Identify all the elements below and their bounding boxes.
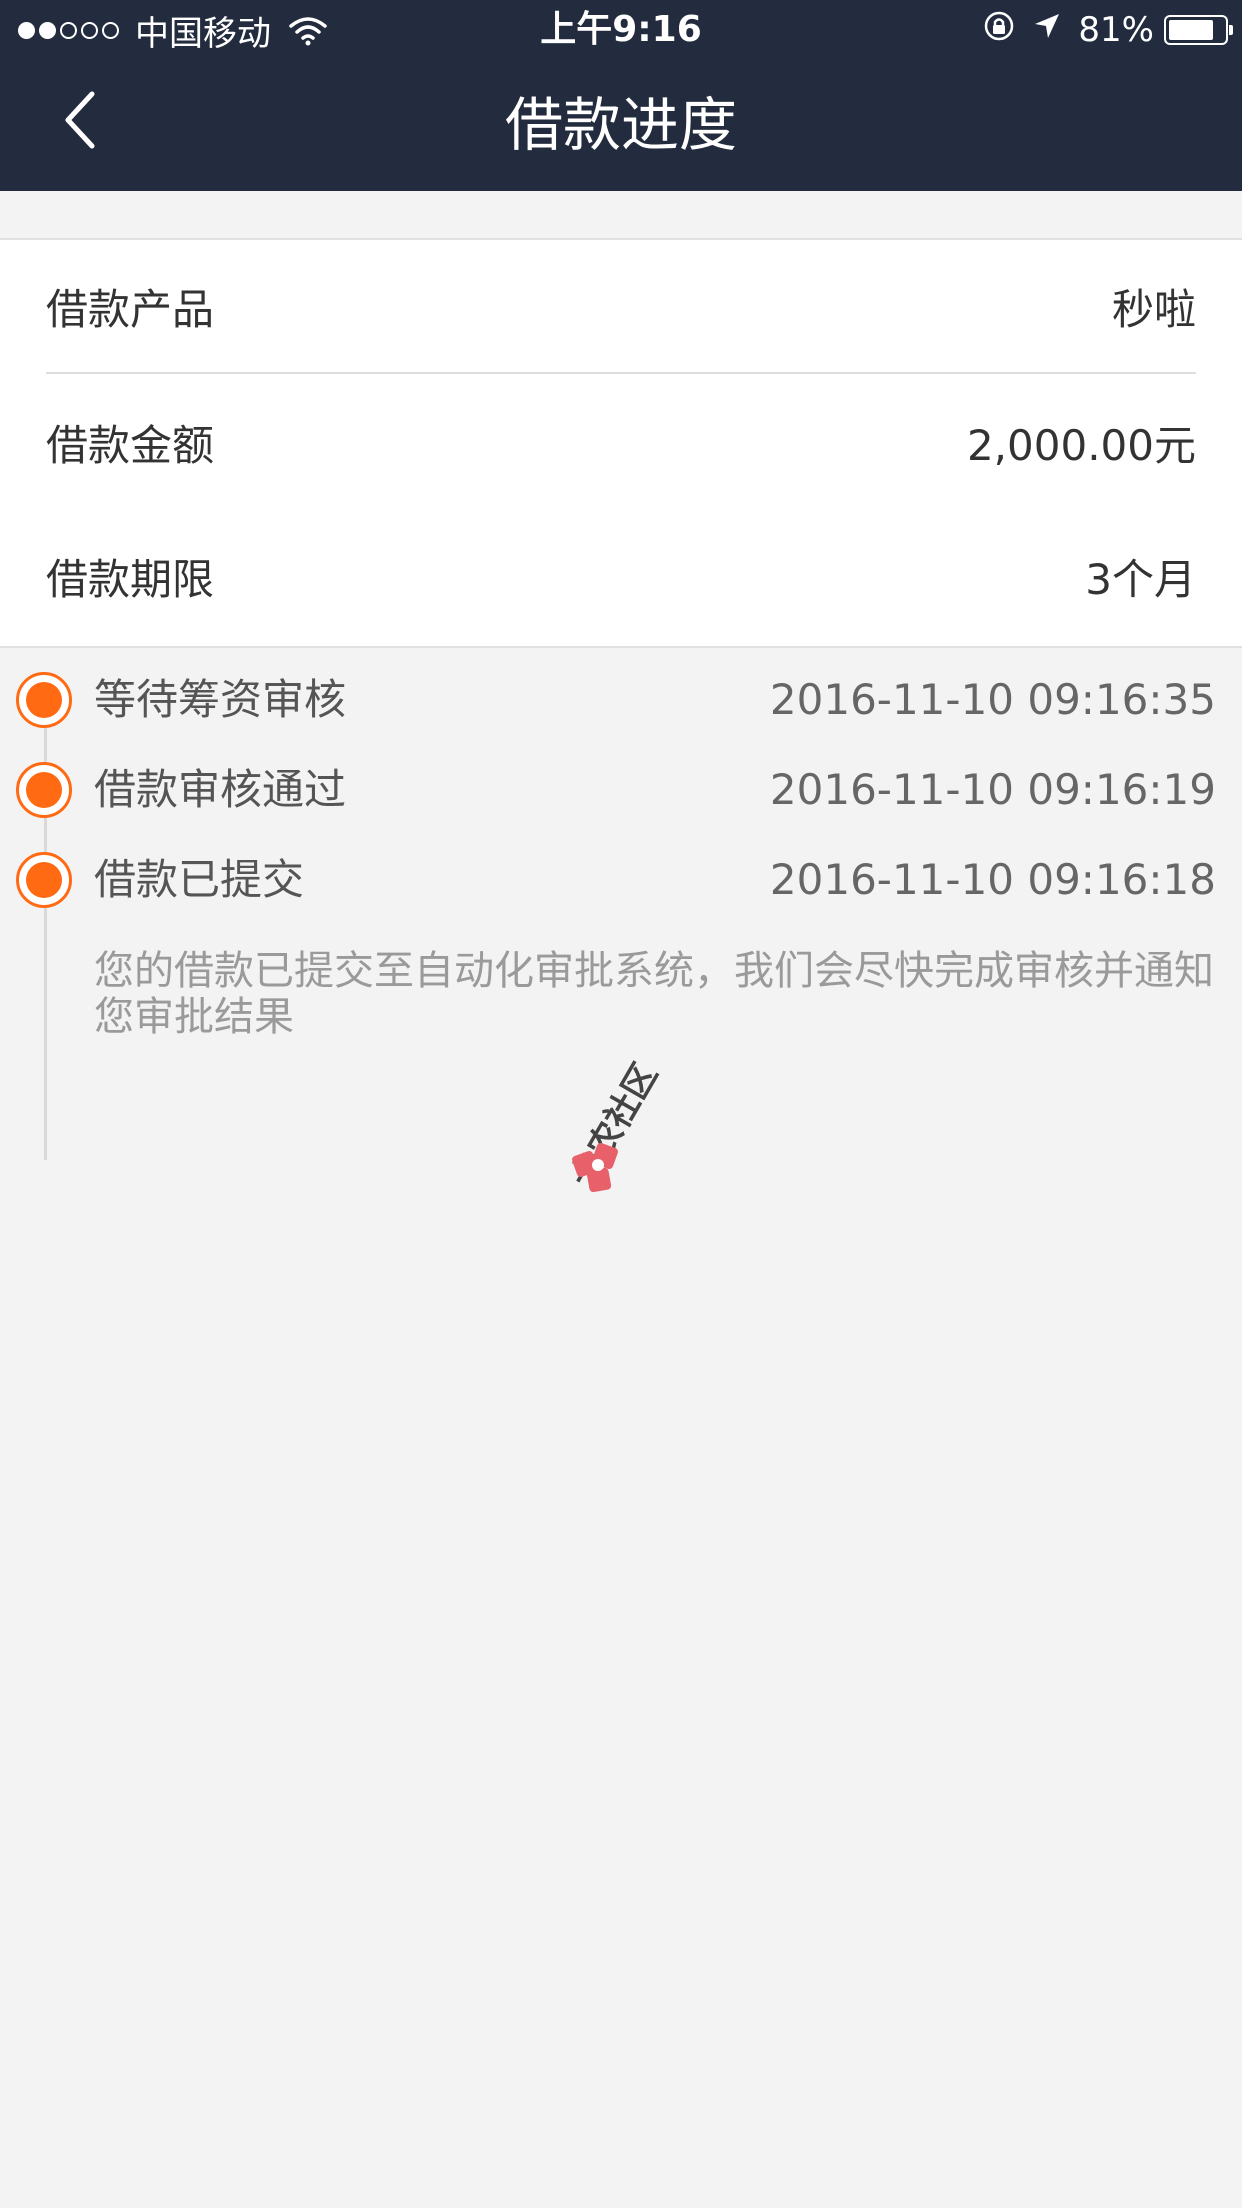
detail-label: 借款期限 [46,554,215,604]
status-dot-icon [16,852,72,908]
timeline-time: 2016-11-10 09:16:18 [769,855,1216,904]
detail-label: 借款金额 [46,420,215,470]
timeline-status: 借款已提交 [94,855,305,904]
timeline-status: 借款审核通过 [94,765,347,814]
rotation-lock-icon [982,9,1016,52]
timeline-time: 2016-11-10 09:16:35 [769,675,1216,724]
location-arrow-icon [1032,10,1062,50]
kanong-logo-icon: 卡农社区 [560,1020,740,1220]
loan-details-card: 借款产品 秒啦 借款金额 2,000.00元 借款期限 3个月 [0,238,1242,648]
status-bar: 中国移动 上午9:16 81% [0,0,1242,60]
detail-row-product: 借款产品 秒啦 [46,240,1196,374]
status-dot-icon [16,672,72,728]
detail-row-amount: 借款金额 2,000.00元 [46,376,1196,508]
page-title: 借款进度 [504,91,737,159]
timeline-item: 等待筹资审核 2016-11-10 09:16:35 [0,650,1242,740]
top-bar: 中国移动 上午9:16 81% 借款进度 [0,0,1242,191]
navigation-bar: 借款进度 [0,60,1242,191]
timeline-item: 借款已提交 2016-11-10 09:16:18 [0,830,1242,920]
detail-value: 3个月 [1085,554,1196,604]
battery-icon [1164,15,1233,45]
timeline-time: 2016-11-10 09:16:19 [769,765,1216,814]
detail-value: 秒啦 [1111,284,1196,334]
detail-value: 2,000.00元 [966,420,1196,470]
timeline-item: 借款审核通过 2016-11-10 09:16:19 [0,740,1242,830]
battery-percent: 81% [1078,10,1154,50]
timeline-status: 等待筹资审核 [94,675,347,724]
status-right: 81% [982,6,1233,54]
detail-label: 借款产品 [46,284,215,334]
detail-row-term: 借款期限 3个月 [46,510,1196,642]
status-dot-icon [16,762,72,818]
